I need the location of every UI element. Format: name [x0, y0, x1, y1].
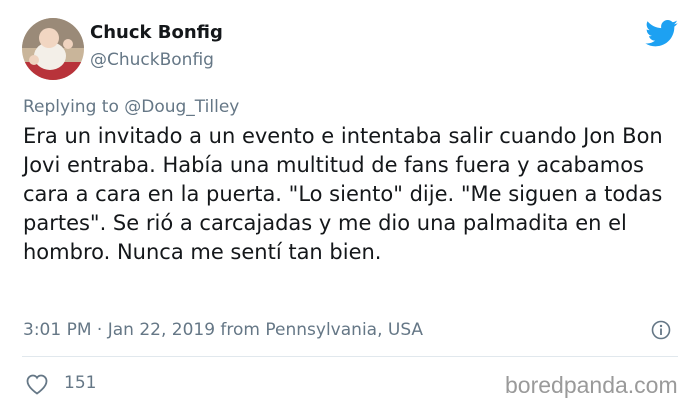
user-handle[interactable]: @ChuckBonfig	[90, 50, 214, 70]
reply-context: Replying to @Doug_Tilley	[23, 97, 239, 117]
watermark: boredpanda.com	[505, 372, 678, 398]
reply-prefix: Replying to	[23, 97, 119, 117]
twitter-bird-icon[interactable]	[645, 20, 678, 47]
tweet-text: Era un invitado a un evento e intentaba …	[23, 124, 663, 264]
display-name[interactable]: Chuck Bonfig	[90, 22, 223, 43]
divider	[22, 356, 678, 357]
like-count[interactable]: 151	[64, 373, 96, 393]
reply-mention-link[interactable]: @Doug_Tilley	[124, 97, 239, 117]
heart-icon[interactable]	[25, 373, 49, 395]
avatar[interactable]	[22, 18, 84, 80]
info-icon[interactable]	[651, 320, 671, 340]
tweet-timestamp-location[interactable]: 3:01 PM · Jan 22, 2019 from Pennsylvania…	[23, 320, 423, 340]
